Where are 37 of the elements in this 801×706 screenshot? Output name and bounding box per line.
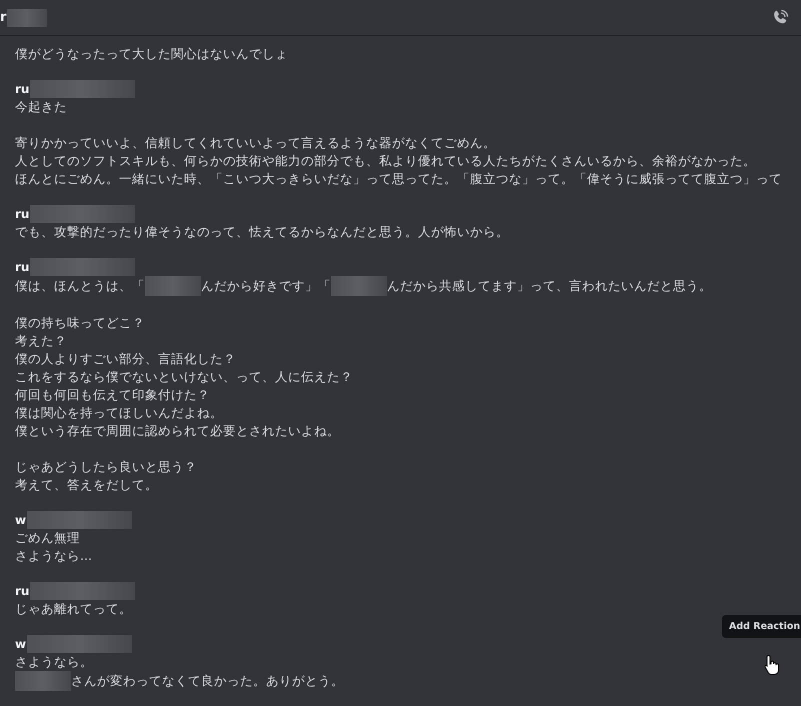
message-text: さようなら... xyxy=(15,547,92,565)
message-text: 僕は関心を持ってほしいんだよね。 xyxy=(15,404,223,422)
message-text: 今起きた xyxy=(15,98,67,116)
redaction-bar xyxy=(145,276,201,296)
username[interactable]: w xyxy=(15,637,26,651)
username[interactable]: ru xyxy=(15,82,30,96)
message-text: んだから共感してます」って、言われたいんだと思う。 xyxy=(387,277,712,295)
username[interactable]: ru xyxy=(15,584,30,598)
message-text: 僕がどうなったって大した関心はないんでしょ xyxy=(15,45,288,63)
channel-name: r xyxy=(0,10,6,25)
message-text: さようなら。 xyxy=(15,653,93,671)
username[interactable]: ru xyxy=(15,207,30,221)
username[interactable]: ru xyxy=(15,260,30,274)
message-text: じゃあどうしたら良いと思う？ xyxy=(15,458,197,476)
message-text: 僕という存在で周囲に認められて必要とされたいよね。 xyxy=(15,422,340,440)
hand-cursor-icon xyxy=(764,654,780,676)
message-text: んだから好きです」「 xyxy=(201,277,331,295)
message-text: 僕の持ち味ってどこ？ xyxy=(15,314,145,332)
message-text: でも、攻撃的だったり偉そうなのって、怯えてるからなんだと思う。人が怖いから。 xyxy=(15,223,509,241)
message-text: 人としてのソフトスキルも、何らかの技術や能力の部分でも、私より優れている人たちがたくさんいるから、余裕がなかった。 xyxy=(15,152,756,170)
tooltip: Add Reaction xyxy=(722,615,801,638)
message-text: 僕の人よりすごい部分、言語化した？ xyxy=(15,350,236,368)
message-text: さんが変わってなくて良かった。ありがとう。 xyxy=(71,672,344,690)
message-text: 考えて、答えをだして。 xyxy=(15,476,158,494)
message-text: 寄りかかっていいよ、信頼してくれていいよって言えるような器がなくてごめん。 xyxy=(15,134,496,152)
redaction-bar xyxy=(15,671,71,691)
message-text: ほんとにごめん。一緒にいた時、「こいつ大っきらいだな」って思ってた。「腹立つな」って。「偉そうに威張ってて腹立つ」って xyxy=(15,170,782,188)
redaction-bar xyxy=(331,276,387,296)
message-text: これをするなら僕でないといけない、って、人に伝えた？ xyxy=(15,368,353,386)
redaction-bar xyxy=(7,8,48,26)
message-text: 考えた？ xyxy=(15,332,67,350)
message-text: ごめん無理 xyxy=(15,529,80,547)
message-text: 何回も何回も伝えて印象付けた？ xyxy=(15,386,210,404)
username[interactable]: w xyxy=(15,513,26,527)
phone-call-icon[interactable] xyxy=(771,8,789,26)
message-text: じゃあ離れてって。 xyxy=(15,600,132,618)
message-text: 僕は、ほんとうは、「 xyxy=(15,277,145,295)
